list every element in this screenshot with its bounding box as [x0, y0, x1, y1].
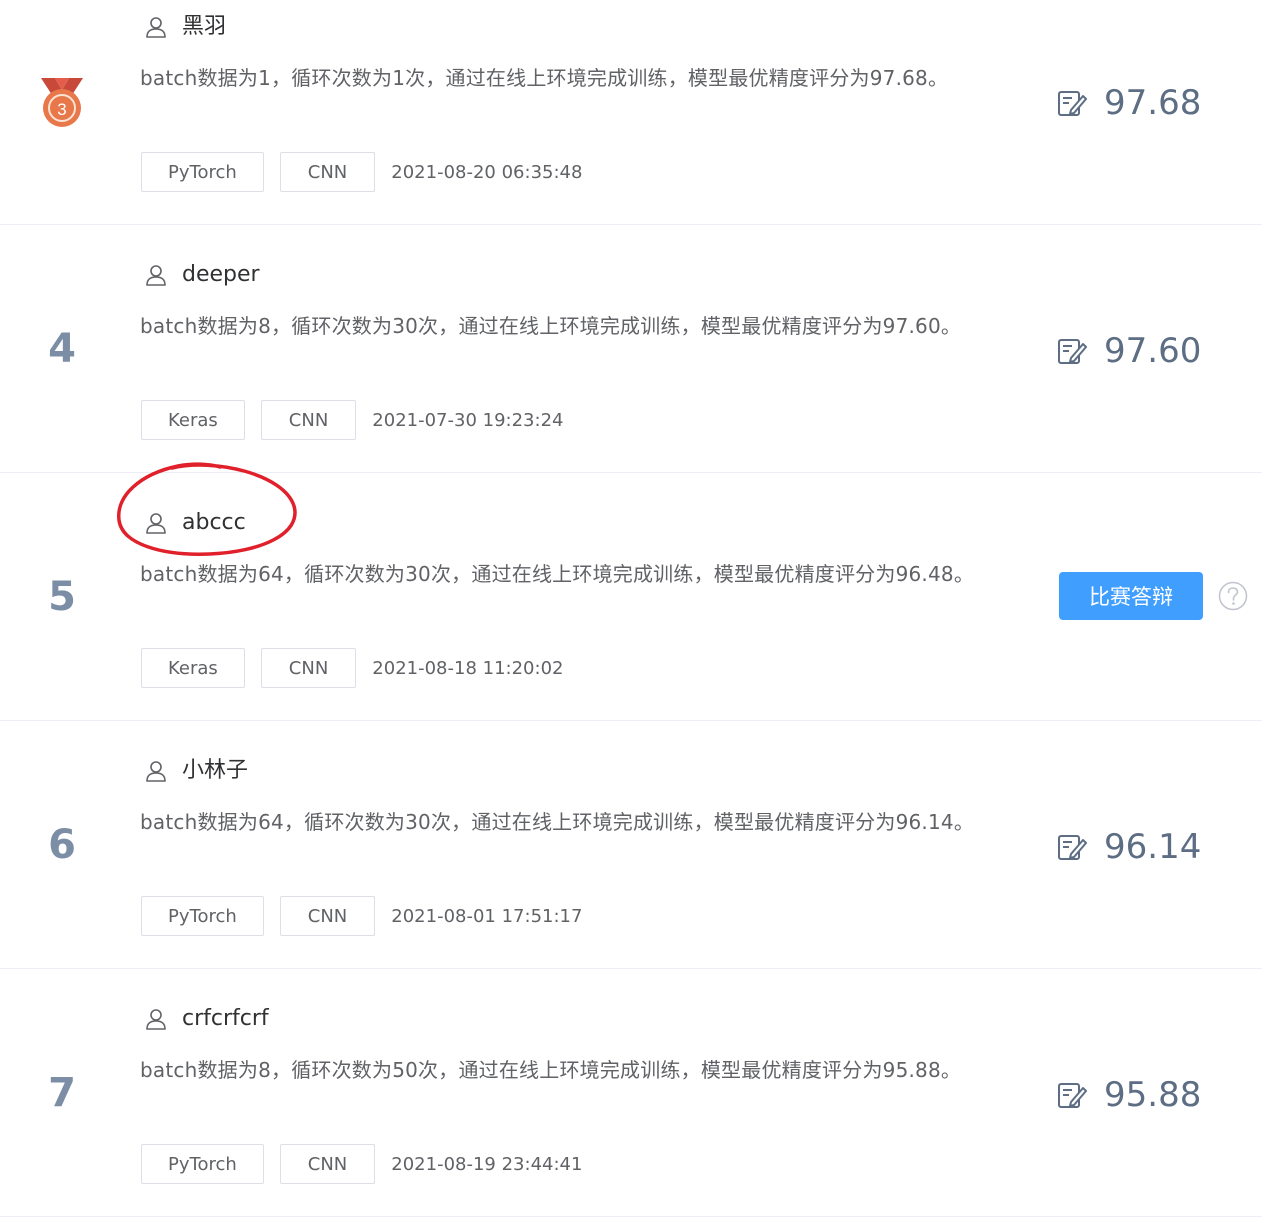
submission-datetime: 2021-07-30 19:23:24: [372, 409, 564, 431]
question-circle-icon[interactable]: [1218, 581, 1248, 611]
score-display: 97.68: [1057, 83, 1201, 123]
username[interactable]: abccc: [182, 509, 246, 537]
score-value: 97.60: [1104, 331, 1202, 371]
score-display: 96.14: [1057, 827, 1201, 867]
rank-number: 7: [48, 1070, 76, 1116]
submission-description: batch数据为64，循环次数为30次，通过在线上环境完成训练，模型最优精度评分…: [140, 810, 975, 834]
tag-group: PyTorch CNN 2021-08-01 17:51:17: [141, 895, 582, 937]
network-tag: CNN: [279, 1144, 376, 1184]
submission-description: batch数据为64，循环次数为30次，通过在线上环境完成训练，模型最优精度评分…: [140, 562, 975, 586]
framework-tag: Keras: [141, 648, 245, 688]
username[interactable]: 黑羽: [182, 13, 226, 41]
network-tag: CNN: [279, 152, 376, 192]
submission-datetime: 2021-08-19 23:44:41: [391, 1153, 583, 1175]
user-info: crfcrfcrf: [145, 1005, 269, 1033]
submission-datetime: 2021-08-01 17:51:17: [391, 905, 583, 927]
submission-datetime: 2021-08-18 11:20:02: [372, 657, 564, 679]
username[interactable]: crfcrfcrf: [182, 1005, 269, 1033]
tag-group: PyTorch CNN 2021-08-19 23:44:41: [141, 1143, 582, 1185]
user-outline-icon: [146, 17, 166, 38]
submission-description: batch数据为8，循环次数为50次，通过在线上环境完成训练，模型最优精度评分为…: [140, 1058, 962, 1082]
edit-note-icon: [1058, 91, 1087, 116]
ranking-row: 4 deeper batch数据为8，循环次数为30次，通过在线上环境完成训练，…: [0, 225, 1262, 473]
score-value: 96.14: [1104, 827, 1202, 867]
edit-note-icon: [1058, 1083, 1087, 1108]
competition-defense-button[interactable]: 比赛答辩: [1059, 572, 1203, 620]
score-display: 95.88: [1057, 1075, 1201, 1115]
user-info: 黑羽: [145, 13, 226, 41]
ranking-row: 3 黑羽 batch数据为1，循环次数为1次，通过在线上环境完成训练，模型最优精…: [0, 0, 1262, 225]
score-value: 97.68: [1104, 83, 1202, 123]
username[interactable]: deeper: [182, 261, 260, 289]
user-info: abccc: [145, 509, 246, 537]
ranking-list: 3 黑羽 batch数据为1，循环次数为1次，通过在线上环境完成训练，模型最优精…: [0, 0, 1262, 1217]
ranking-row: 7 crfcrfcrf batch数据为8，循环次数为50次，通过在线上环境完成…: [0, 969, 1262, 1217]
rank-number: 4: [48, 326, 76, 372]
user-outline-icon: [146, 265, 166, 286]
user-outline-icon: [146, 1009, 166, 1030]
network-tag: CNN: [260, 648, 357, 688]
rank-number: 5: [48, 574, 76, 620]
tag-group: Keras CNN 2021-08-18 11:20:02: [141, 647, 563, 689]
edit-note-icon: [1058, 835, 1087, 860]
ranking-row: 5 abccc batch数据为64，循环次数为30次，通过在线上环境完成训练，…: [0, 473, 1262, 721]
medal-rank-label: 3: [57, 100, 66, 119]
submission-description: batch数据为8，循环次数为30次，通过在线上环境完成训练，模型最优精度评分为…: [140, 314, 962, 338]
rank-number: 6: [48, 822, 76, 868]
edit-note-icon: [1058, 339, 1087, 364]
framework-tag: Keras: [141, 400, 245, 440]
submission-description: batch数据为1，循环次数为1次，通过在线上环境完成训练，模型最优精度评分为9…: [140, 66, 949, 90]
user-info: deeper: [145, 261, 260, 289]
bronze-medal-icon: 3: [41, 78, 83, 127]
tag-group: PyTorch CNN 2021-08-20 06:35:48: [141, 151, 582, 193]
username[interactable]: 小林子: [182, 757, 248, 785]
framework-tag: PyTorch: [141, 1144, 264, 1184]
tag-group: Keras CNN 2021-07-30 19:23:24: [141, 399, 563, 441]
framework-tag: PyTorch: [141, 896, 264, 936]
framework-tag: PyTorch: [141, 152, 264, 192]
score-value: 95.88: [1104, 1075, 1202, 1115]
ranking-row: 6 小林子 batch数据为64，循环次数为30次，通过在线上环境完成训练，模型…: [0, 721, 1262, 969]
user-outline-icon: [146, 513, 166, 534]
score-display: 97.60: [1057, 331, 1201, 371]
user-outline-icon: [146, 761, 166, 782]
network-tag: CNN: [279, 896, 376, 936]
submission-datetime: 2021-08-20 06:35:48: [391, 161, 583, 183]
network-tag: CNN: [260, 400, 357, 440]
user-info: 小林子: [145, 757, 248, 785]
